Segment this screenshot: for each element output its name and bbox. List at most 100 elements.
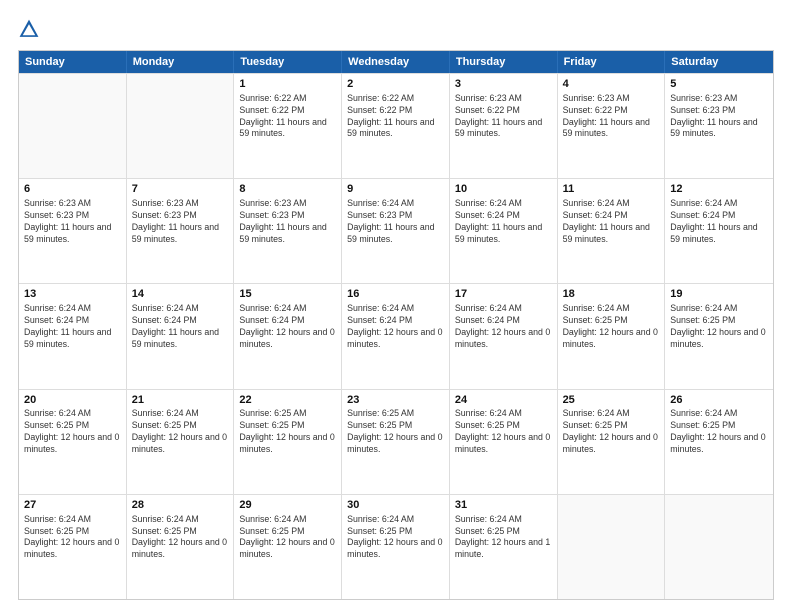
day-cell-9: 9Sunrise: 6:24 AM Sunset: 6:23 PM Daylig… (342, 179, 450, 283)
cell-info: Sunrise: 6:24 AM Sunset: 6:25 PM Dayligh… (132, 514, 229, 562)
weekday-header-saturday: Saturday (665, 51, 773, 73)
calendar-body: 1Sunrise: 6:22 AM Sunset: 6:22 PM Daylig… (19, 73, 773, 599)
day-cell-12: 12Sunrise: 6:24 AM Sunset: 6:24 PM Dayli… (665, 179, 773, 283)
cell-info: Sunrise: 6:24 AM Sunset: 6:24 PM Dayligh… (24, 303, 121, 351)
day-cell-31: 31Sunrise: 6:24 AM Sunset: 6:25 PM Dayli… (450, 495, 558, 599)
cell-info: Sunrise: 6:23 AM Sunset: 6:23 PM Dayligh… (132, 198, 229, 246)
day-cell-28: 28Sunrise: 6:24 AM Sunset: 6:25 PM Dayli… (127, 495, 235, 599)
day-number: 29 (239, 498, 336, 513)
day-cell-6: 6Sunrise: 6:23 AM Sunset: 6:23 PM Daylig… (19, 179, 127, 283)
day-number: 22 (239, 393, 336, 408)
cell-info: Sunrise: 6:24 AM Sunset: 6:24 PM Dayligh… (455, 303, 552, 351)
day-cell-13: 13Sunrise: 6:24 AM Sunset: 6:24 PM Dayli… (19, 284, 127, 388)
empty-cell (127, 74, 235, 178)
day-number: 7 (132, 182, 229, 197)
weekday-header-sunday: Sunday (19, 51, 127, 73)
empty-cell (19, 74, 127, 178)
cell-info: Sunrise: 6:23 AM Sunset: 6:23 PM Dayligh… (24, 198, 121, 246)
day-cell-15: 15Sunrise: 6:24 AM Sunset: 6:24 PM Dayli… (234, 284, 342, 388)
cell-info: Sunrise: 6:24 AM Sunset: 6:25 PM Dayligh… (455, 408, 552, 456)
day-cell-21: 21Sunrise: 6:24 AM Sunset: 6:25 PM Dayli… (127, 390, 235, 494)
weekday-header-friday: Friday (558, 51, 666, 73)
day-cell-7: 7Sunrise: 6:23 AM Sunset: 6:23 PM Daylig… (127, 179, 235, 283)
cell-info: Sunrise: 6:25 AM Sunset: 6:25 PM Dayligh… (239, 408, 336, 456)
day-number: 24 (455, 393, 552, 408)
day-cell-2: 2Sunrise: 6:22 AM Sunset: 6:22 PM Daylig… (342, 74, 450, 178)
cell-info: Sunrise: 6:22 AM Sunset: 6:22 PM Dayligh… (239, 93, 336, 141)
day-number: 6 (24, 182, 121, 197)
day-number: 21 (132, 393, 229, 408)
day-number: 26 (670, 393, 768, 408)
day-number: 17 (455, 287, 552, 302)
cell-info: Sunrise: 6:24 AM Sunset: 6:25 PM Dayligh… (24, 514, 121, 562)
day-cell-1: 1Sunrise: 6:22 AM Sunset: 6:22 PM Daylig… (234, 74, 342, 178)
cell-info: Sunrise: 6:24 AM Sunset: 6:25 PM Dayligh… (670, 303, 768, 351)
cell-info: Sunrise: 6:25 AM Sunset: 6:25 PM Dayligh… (347, 408, 444, 456)
cell-info: Sunrise: 6:24 AM Sunset: 6:23 PM Dayligh… (347, 198, 444, 246)
day-cell-5: 5Sunrise: 6:23 AM Sunset: 6:23 PM Daylig… (665, 74, 773, 178)
cell-info: Sunrise: 6:22 AM Sunset: 6:22 PM Dayligh… (347, 93, 444, 141)
day-number: 3 (455, 77, 552, 92)
day-number: 12 (670, 182, 768, 197)
calendar-row-3: 13Sunrise: 6:24 AM Sunset: 6:24 PM Dayli… (19, 283, 773, 388)
calendar: SundayMondayTuesdayWednesdayThursdayFrid… (18, 50, 774, 600)
day-cell-16: 16Sunrise: 6:24 AM Sunset: 6:24 PM Dayli… (342, 284, 450, 388)
day-number: 28 (132, 498, 229, 513)
calendar-row-5: 27Sunrise: 6:24 AM Sunset: 6:25 PM Dayli… (19, 494, 773, 599)
calendar-row-1: 1Sunrise: 6:22 AM Sunset: 6:22 PM Daylig… (19, 73, 773, 178)
day-cell-4: 4Sunrise: 6:23 AM Sunset: 6:22 PM Daylig… (558, 74, 666, 178)
day-number: 25 (563, 393, 660, 408)
weekday-header-wednesday: Wednesday (342, 51, 450, 73)
page: SundayMondayTuesdayWednesdayThursdayFrid… (0, 0, 792, 612)
day-number: 27 (24, 498, 121, 513)
day-cell-19: 19Sunrise: 6:24 AM Sunset: 6:25 PM Dayli… (665, 284, 773, 388)
day-number: 14 (132, 287, 229, 302)
calendar-row-4: 20Sunrise: 6:24 AM Sunset: 6:25 PM Dayli… (19, 389, 773, 494)
day-cell-18: 18Sunrise: 6:24 AM Sunset: 6:25 PM Dayli… (558, 284, 666, 388)
weekday-header-thursday: Thursday (450, 51, 558, 73)
cell-info: Sunrise: 6:24 AM Sunset: 6:25 PM Dayligh… (132, 408, 229, 456)
day-cell-20: 20Sunrise: 6:24 AM Sunset: 6:25 PM Dayli… (19, 390, 127, 494)
day-cell-23: 23Sunrise: 6:25 AM Sunset: 6:25 PM Dayli… (342, 390, 450, 494)
day-number: 11 (563, 182, 660, 197)
cell-info: Sunrise: 6:24 AM Sunset: 6:25 PM Dayligh… (563, 408, 660, 456)
cell-info: Sunrise: 6:24 AM Sunset: 6:25 PM Dayligh… (24, 408, 121, 456)
header (18, 18, 774, 40)
day-cell-27: 27Sunrise: 6:24 AM Sunset: 6:25 PM Dayli… (19, 495, 127, 599)
day-number: 23 (347, 393, 444, 408)
day-number: 31 (455, 498, 552, 513)
day-cell-11: 11Sunrise: 6:24 AM Sunset: 6:24 PM Dayli… (558, 179, 666, 283)
day-cell-8: 8Sunrise: 6:23 AM Sunset: 6:23 PM Daylig… (234, 179, 342, 283)
day-number: 30 (347, 498, 444, 513)
day-cell-3: 3Sunrise: 6:23 AM Sunset: 6:22 PM Daylig… (450, 74, 558, 178)
cell-info: Sunrise: 6:24 AM Sunset: 6:24 PM Dayligh… (132, 303, 229, 351)
day-number: 15 (239, 287, 336, 302)
logo (18, 18, 44, 40)
cell-info: Sunrise: 6:23 AM Sunset: 6:22 PM Dayligh… (455, 93, 552, 141)
day-cell-29: 29Sunrise: 6:24 AM Sunset: 6:25 PM Dayli… (234, 495, 342, 599)
weekday-header-monday: Monday (127, 51, 235, 73)
cell-info: Sunrise: 6:23 AM Sunset: 6:23 PM Dayligh… (670, 93, 768, 141)
day-cell-22: 22Sunrise: 6:25 AM Sunset: 6:25 PM Dayli… (234, 390, 342, 494)
cell-info: Sunrise: 6:24 AM Sunset: 6:24 PM Dayligh… (347, 303, 444, 351)
day-number: 9 (347, 182, 444, 197)
day-number: 20 (24, 393, 121, 408)
cell-info: Sunrise: 6:24 AM Sunset: 6:25 PM Dayligh… (347, 514, 444, 562)
cell-info: Sunrise: 6:23 AM Sunset: 6:22 PM Dayligh… (563, 93, 660, 141)
day-number: 10 (455, 182, 552, 197)
day-number: 1 (239, 77, 336, 92)
day-cell-30: 30Sunrise: 6:24 AM Sunset: 6:25 PM Dayli… (342, 495, 450, 599)
cell-info: Sunrise: 6:24 AM Sunset: 6:25 PM Dayligh… (239, 514, 336, 562)
day-number: 2 (347, 77, 444, 92)
weekday-header-tuesday: Tuesday (234, 51, 342, 73)
calendar-header: SundayMondayTuesdayWednesdayThursdayFrid… (19, 51, 773, 73)
day-cell-26: 26Sunrise: 6:24 AM Sunset: 6:25 PM Dayli… (665, 390, 773, 494)
cell-info: Sunrise: 6:24 AM Sunset: 6:24 PM Dayligh… (239, 303, 336, 351)
cell-info: Sunrise: 6:24 AM Sunset: 6:24 PM Dayligh… (455, 198, 552, 246)
cell-info: Sunrise: 6:24 AM Sunset: 6:24 PM Dayligh… (563, 198, 660, 246)
day-cell-10: 10Sunrise: 6:24 AM Sunset: 6:24 PM Dayli… (450, 179, 558, 283)
day-cell-17: 17Sunrise: 6:24 AM Sunset: 6:24 PM Dayli… (450, 284, 558, 388)
day-number: 5 (670, 77, 768, 92)
day-cell-24: 24Sunrise: 6:24 AM Sunset: 6:25 PM Dayli… (450, 390, 558, 494)
day-number: 16 (347, 287, 444, 302)
